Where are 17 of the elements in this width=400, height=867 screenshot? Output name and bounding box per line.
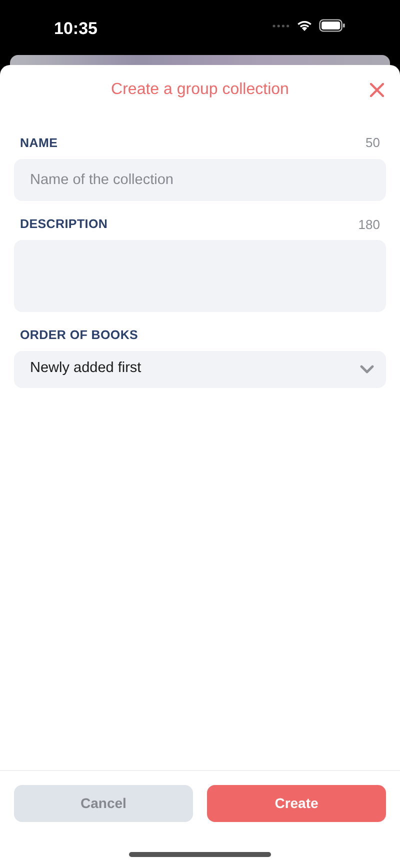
field-label: DESCRIPTION [20,216,108,234]
create-button[interactable]: Create [207,785,386,822]
close-button[interactable] [368,81,386,99]
character-counter: 180 [358,216,380,234]
field-label: ORDER OF BOOKS [20,327,138,344]
wifi-icon [296,19,313,32]
field-label: NAME [20,134,58,152]
chevron-down-icon [360,364,374,374]
order-dropdown[interactable]: Newly added first [14,350,386,388]
signal-icon [272,24,290,28]
battery-icon [319,19,346,32]
status-time: 10:35 [54,18,98,40]
cancel-button[interactable]: Cancel [14,785,193,822]
sheet-title: Create a group collection [111,80,289,100]
name-field[interactable]: Name of the collection [14,158,386,200]
close-icon [370,83,384,97]
character-counter: 50 [366,134,380,152]
